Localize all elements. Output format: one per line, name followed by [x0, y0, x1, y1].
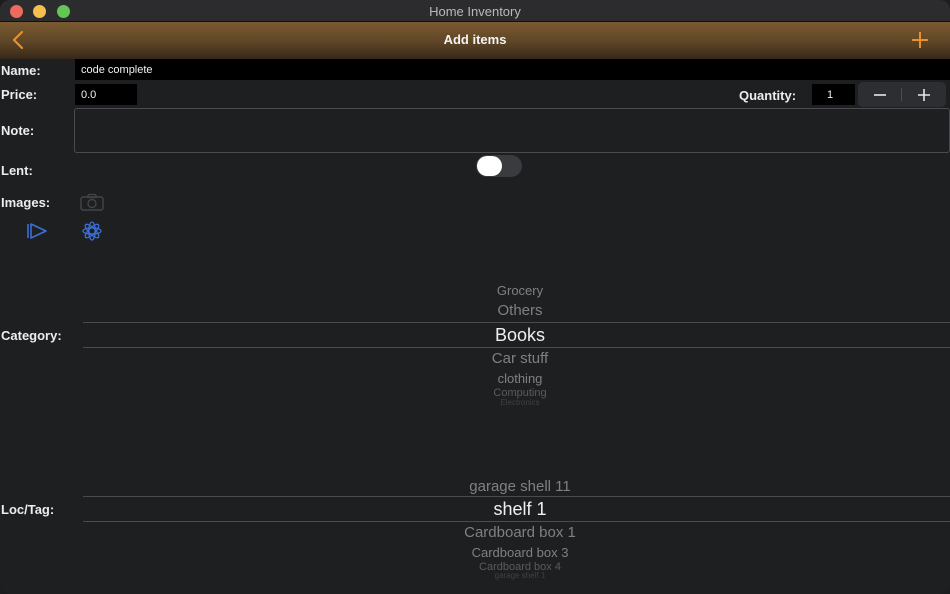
- plus-icon: [917, 88, 930, 101]
- picker-separator: [83, 347, 950, 348]
- category-label: Category:: [1, 328, 62, 343]
- picker-option[interactable]: garage shell 11: [83, 478, 950, 495]
- toggle-knob: [477, 156, 502, 176]
- picker-option[interactable]: Cardboard box 3: [83, 545, 950, 560]
- add-item-form: Name: Price: Quantity: Note:: [0, 59, 950, 594]
- location-label: Loc/Tag:: [1, 502, 55, 517]
- picker-separator: [83, 322, 950, 323]
- name-label: Name:: [1, 63, 41, 78]
- decrement-button[interactable]: [858, 82, 901, 107]
- plus-icon[interactable]: [909, 29, 931, 51]
- quantity-stepper: [858, 82, 946, 107]
- minus-icon: [873, 93, 886, 96]
- quantity-input[interactable]: [812, 84, 855, 105]
- camera-icon[interactable]: [80, 193, 104, 211]
- picker-selected-option[interactable]: shelf 1: [83, 499, 950, 520]
- title-bar: Home Inventory: [0, 0, 950, 22]
- name-input[interactable]: [75, 59, 950, 80]
- picker-option[interactable]: Car stuff: [83, 350, 950, 367]
- picker-separator: [83, 496, 950, 497]
- picker-option[interactable]: garage shelf 1: [83, 571, 950, 580]
- note-textarea[interactable]: [74, 108, 950, 153]
- picker-option[interactable]: Others: [83, 302, 950, 319]
- play-icon[interactable]: [25, 222, 49, 240]
- price-input[interactable]: [75, 84, 137, 105]
- flower-icon[interactable]: [80, 220, 104, 242]
- app-window: Home Inventory Add items Name: Price: Qu…: [0, 0, 950, 594]
- note-label: Note:: [1, 123, 35, 138]
- images-label: Images:: [1, 195, 51, 210]
- picker-option[interactable]: Electronics: [83, 398, 950, 407]
- page-title: Add items: [443, 32, 507, 47]
- lent-label: Lent:: [1, 163, 33, 178]
- picker-separator: [83, 521, 950, 522]
- lent-toggle[interactable]: [476, 155, 522, 177]
- quantity-label: Quantity:: [739, 88, 797, 103]
- picker-option[interactable]: Cardboard box 1: [83, 524, 950, 541]
- increment-button[interactable]: [902, 82, 945, 107]
- window-title: Home Inventory: [429, 4, 521, 19]
- navigation-bar: Add items: [0, 22, 950, 59]
- price-label: Price:: [1, 87, 38, 102]
- picker-option[interactable]: clothing: [83, 371, 950, 386]
- picker-selected-option[interactable]: Books: [83, 325, 950, 346]
- picker-option[interactable]: Grocery: [83, 283, 950, 298]
